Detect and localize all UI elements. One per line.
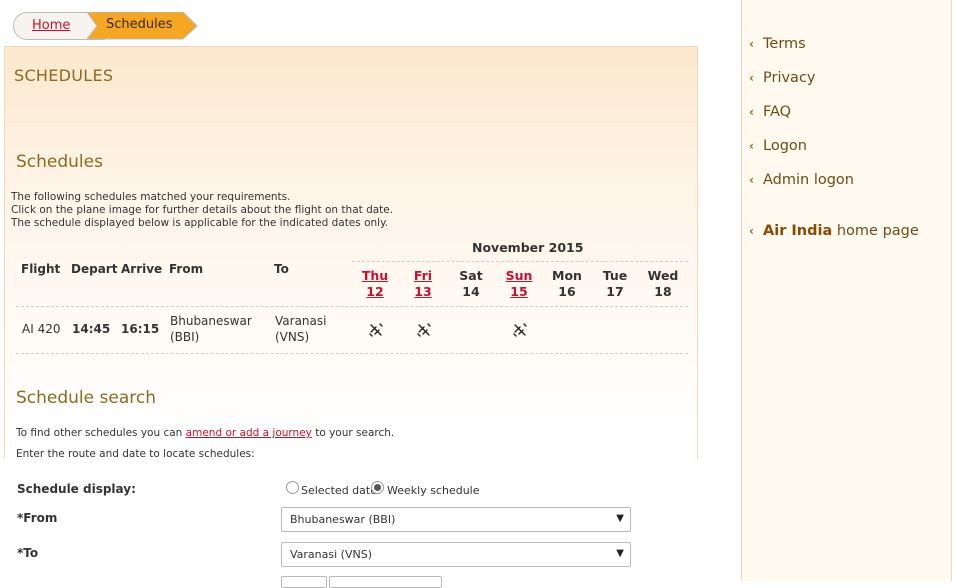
header-divider: [16, 306, 688, 307]
col-depart: Depart: [71, 262, 118, 276]
chevron-left-icon: ‹: [749, 173, 754, 187]
row-to-city: Varanasi: [275, 314, 327, 328]
day-name: Sun: [505, 268, 533, 283]
selected-date-radio[interactable]: [286, 481, 299, 494]
sidebar-item-label: Logon: [763, 138, 807, 154]
page-title: SCHEDULES: [14, 66, 114, 85]
day-number: 18: [654, 284, 672, 299]
row-to-code: (VNS): [275, 330, 310, 344]
col-from: From: [169, 262, 204, 276]
date-day-select[interactable]: [281, 576, 327, 588]
day-number: 13: [414, 284, 432, 299]
day-header-thu[interactable]: Thu 12: [355, 268, 395, 300]
search-intro-text-end: to your search.: [311, 427, 395, 439]
search-intro: To find other schedules you can amend or…: [16, 427, 394, 440]
to-select[interactable]: Varanasi (VNS) ▼: [281, 542, 631, 567]
selected-date-label: Selected date: [301, 484, 377, 497]
breadcrumb-home-link[interactable]: Home: [32, 18, 70, 33]
day-name: Fri: [413, 268, 433, 283]
chevron-left-icon: ‹: [749, 224, 754, 238]
day-name: Tue: [602, 268, 628, 283]
chevron-left-icon: ‹: [749, 37, 754, 51]
plane-icon[interactable]: [512, 322, 528, 338]
day-number: 12: [366, 284, 384, 299]
day-number: 17: [606, 284, 624, 299]
schedules-notes: The following schedules matched your req…: [11, 191, 393, 230]
chevron-left-icon: ‹: [749, 105, 754, 119]
row-from-code: (BBI): [170, 330, 200, 344]
plane-icon[interactable]: [416, 322, 432, 338]
chevron-left-icon: ‹: [749, 71, 754, 85]
from-select-value: Bhubaneswar (BBI): [290, 513, 396, 526]
day-header-wed: Wed 18: [643, 268, 683, 300]
day-header-fri[interactable]: Fri 13: [403, 268, 443, 300]
day-header-tue: Tue 17: [595, 268, 635, 300]
search-hint: Enter the route and date to locate sched…: [16, 448, 255, 460]
from-select[interactable]: Bhubaneswar (BBI) ▼: [281, 507, 631, 532]
search-heading: Schedule search: [16, 388, 156, 408]
row-flight: AI 420: [22, 322, 61, 336]
amend-journey-link[interactable]: amend or add a journey: [186, 427, 312, 439]
home-page-label: home page: [832, 223, 919, 239]
sidebar-item-terms[interactable]: ‹ Terms: [749, 36, 806, 52]
day-number: 16: [558, 284, 576, 299]
day-header-sun[interactable]: Sun 15: [499, 268, 539, 300]
sidebar-item-air-india-home[interactable]: ‹ Air India home page: [749, 223, 919, 239]
row-to: Varanasi (VNS): [275, 313, 326, 345]
schedules-heading: Schedules: [16, 152, 103, 172]
day-name: Mon: [552, 268, 582, 283]
day-header-mon: Mon 16: [547, 268, 587, 300]
day-number: 15: [510, 284, 528, 299]
breadcrumb-current: Schedules: [85, 11, 199, 44]
air-india-brand: Air India: [763, 223, 833, 239]
chevron-down-icon: ▼: [616, 548, 624, 559]
day-number: 14: [462, 284, 480, 299]
note-line: The schedule displayed below is applicab…: [11, 217, 389, 229]
search-intro-text: To find other schedules you can: [16, 427, 186, 439]
note-line: Click on the plane image for further det…: [11, 204, 394, 216]
to-label: *To: [17, 546, 39, 560]
chevron-down-icon: ▼: [616, 513, 624, 524]
sidebar-item-label: Privacy: [763, 70, 816, 86]
weekly-schedule-label: Weekly schedule: [387, 484, 480, 497]
from-label: *From: [17, 511, 58, 525]
to-select-value: Varanasi (VNS): [290, 548, 372, 561]
sidebar-item-privacy[interactable]: ‹ Privacy: [749, 70, 816, 86]
col-flight: Flight: [21, 262, 61, 276]
day-name: Thu: [361, 268, 389, 283]
month-header: November 2015: [472, 240, 584, 255]
plane-icon[interactable]: [368, 322, 384, 338]
sidebar-item-faq[interactable]: ‹ FAQ: [749, 104, 791, 120]
row-depart: 14:45: [72, 322, 111, 336]
sidebar-item-logon[interactable]: ‹ Logon: [749, 138, 807, 154]
sidebar-item-label: FAQ: [763, 104, 792, 120]
row-arrive: 16:15: [121, 322, 160, 336]
col-to: To: [274, 262, 289, 276]
day-header-sat: Sat 14: [451, 268, 491, 300]
note-line: The following schedules matched your req…: [11, 191, 291, 203]
day-name: Wed: [647, 268, 679, 283]
sidebar-item-label: Admin logon: [763, 172, 854, 188]
row-divider: [16, 353, 688, 354]
sidebar: ‹ Terms ‹ Privacy ‹ FAQ ‹ Logon ‹ Admin logon…: [741, 0, 952, 581]
schedule-display-label: Schedule display:: [17, 482, 136, 496]
month-divider: [352, 261, 688, 262]
date-month-select[interactable]: [329, 576, 442, 588]
day-name: Sat: [459, 268, 483, 283]
breadcrumb-current-label: Schedules: [106, 17, 173, 32]
sidebar-item-admin-logon[interactable]: ‹ Admin logon: [749, 172, 854, 188]
weekly-schedule-radio[interactable]: [371, 481, 384, 494]
col-arrive: Arrive: [121, 262, 163, 276]
sidebar-item-label: Terms: [763, 36, 806, 52]
row-from-city: Bhubaneswar: [170, 314, 252, 328]
row-from: Bhubaneswar (BBI): [170, 313, 252, 345]
chevron-left-icon: ‹: [749, 139, 754, 153]
